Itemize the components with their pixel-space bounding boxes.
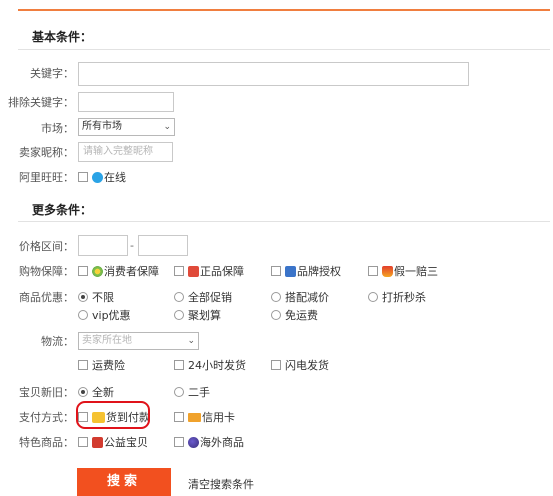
- promo-option-all[interactable]: 全部促销: [174, 291, 232, 305]
- exclude-keyword-input[interactable]: [78, 92, 174, 112]
- seller-nickname-input[interactable]: 请输入完整昵称: [78, 142, 173, 162]
- logistics-option-shipping-insurance[interactable]: 运费险: [78, 359, 125, 373]
- seller-nickname-label: 卖家昵称：: [19, 146, 74, 159]
- condition-option-new[interactable]: 全新: [78, 386, 114, 400]
- promo-label: 商品优惠：: [19, 291, 74, 304]
- radio[interactable]: [368, 292, 378, 302]
- exclude-keyword-label: 排除关键字：: [8, 96, 74, 109]
- checkbox[interactable]: [174, 412, 184, 422]
- wangwang-icon: [92, 171, 103, 183]
- radio[interactable]: [174, 292, 184, 302]
- consumer-protection-icon: [92, 265, 103, 277]
- section-divider: [18, 221, 550, 222]
- guarantee-option-authentic[interactable]: 正品保障: [174, 265, 244, 279]
- checkbox[interactable]: [78, 172, 88, 182]
- checkbox[interactable]: [78, 266, 88, 276]
- checkbox[interactable]: [78, 360, 88, 370]
- search-button[interactable]: 搜索: [77, 468, 171, 496]
- seller-location-select[interactable]: 卖家所在地 ⌄: [78, 332, 199, 350]
- market-select[interactable]: 所有市场 ⌄: [78, 118, 175, 136]
- section-divider: [18, 49, 550, 50]
- payment-label: 支付方式：: [19, 411, 74, 424]
- guarantee-option-consumer[interactable]: 消费者保障: [78, 265, 159, 279]
- market-select-value: 所有市场: [82, 121, 122, 132]
- price-min-input[interactable]: [78, 235, 128, 256]
- keyword-label: 关键字：: [30, 67, 74, 80]
- logistics-option-24h[interactable]: 24小时发货: [174, 359, 246, 373]
- radio[interactable]: [174, 310, 184, 320]
- promo-option-flash[interactable]: 打折秒杀: [368, 291, 426, 305]
- payment-option-credit-card[interactable]: 信用卡: [174, 411, 235, 425]
- chevron-down-icon: ⌄: [187, 336, 195, 346]
- price-max-input[interactable]: [138, 235, 188, 256]
- radio-selected[interactable]: [78, 387, 88, 397]
- radio-selected[interactable]: [78, 292, 88, 302]
- wangwang-label: 阿里旺旺：: [19, 171, 74, 184]
- promo-option-vip[interactable]: vip优惠: [78, 309, 131, 323]
- promo-option-any[interactable]: 不限: [78, 291, 114, 305]
- price-range-label: 价格区间：: [19, 240, 74, 253]
- logistics-label: 物流：: [41, 335, 74, 348]
- checkbox[interactable]: [368, 266, 378, 276]
- condition-option-used[interactable]: 二手: [174, 386, 210, 400]
- radio[interactable]: [174, 387, 184, 397]
- guarantee-label: 购物保障：: [19, 265, 74, 278]
- checkbox[interactable]: [271, 266, 281, 276]
- checkbox[interactable]: [78, 437, 88, 447]
- promo-option-juhuasuan[interactable]: 聚划算: [174, 309, 221, 323]
- guarantee-option-brand[interactable]: 品牌授权: [271, 265, 341, 279]
- promo-option-bundle[interactable]: 搭配减价: [271, 291, 329, 305]
- checkbox[interactable]: [174, 266, 184, 276]
- radio[interactable]: [271, 292, 281, 302]
- wangwang-online-option[interactable]: 在线: [78, 171, 126, 185]
- guarantee-option-fake-refund[interactable]: 假一赔三: [368, 265, 438, 279]
- clear-conditions-link[interactable]: 清空搜索条件: [188, 476, 254, 492]
- promo-option-free-shipping[interactable]: 免运费: [271, 309, 318, 323]
- special-option-overseas[interactable]: 海外商品: [174, 436, 244, 450]
- market-label: 市场：: [41, 122, 74, 135]
- top-divider: [18, 9, 550, 11]
- globe-icon: [188, 436, 199, 448]
- checkbox[interactable]: [271, 360, 281, 370]
- chevron-down-icon: ⌄: [163, 122, 171, 132]
- keyword-input[interactable]: [78, 62, 469, 86]
- condition-label: 宝贝新旧：: [19, 386, 74, 399]
- checkbox[interactable]: [174, 437, 184, 447]
- authentic-icon: [188, 265, 199, 277]
- basic-conditions-title: 基本条件：: [32, 30, 93, 44]
- more-conditions-title: 更多条件：: [32, 203, 93, 217]
- special-option-charity[interactable]: 公益宝贝: [78, 436, 148, 450]
- fake-refund-icon: [382, 265, 393, 277]
- charity-icon: [92, 436, 103, 448]
- highlight-circle: [76, 401, 150, 429]
- radio[interactable]: [78, 310, 88, 320]
- radio[interactable]: [271, 310, 281, 320]
- seller-location-placeholder: 卖家所在地: [82, 335, 132, 346]
- checkbox[interactable]: [174, 360, 184, 370]
- brand-auth-icon: [285, 265, 296, 277]
- price-dash: -: [130, 239, 134, 252]
- logistics-option-lightning[interactable]: 闪电发货: [271, 359, 329, 373]
- online-label: 在线: [104, 171, 126, 184]
- credit-card-icon: [188, 412, 201, 422]
- special-label: 特色商品：: [19, 436, 74, 449]
